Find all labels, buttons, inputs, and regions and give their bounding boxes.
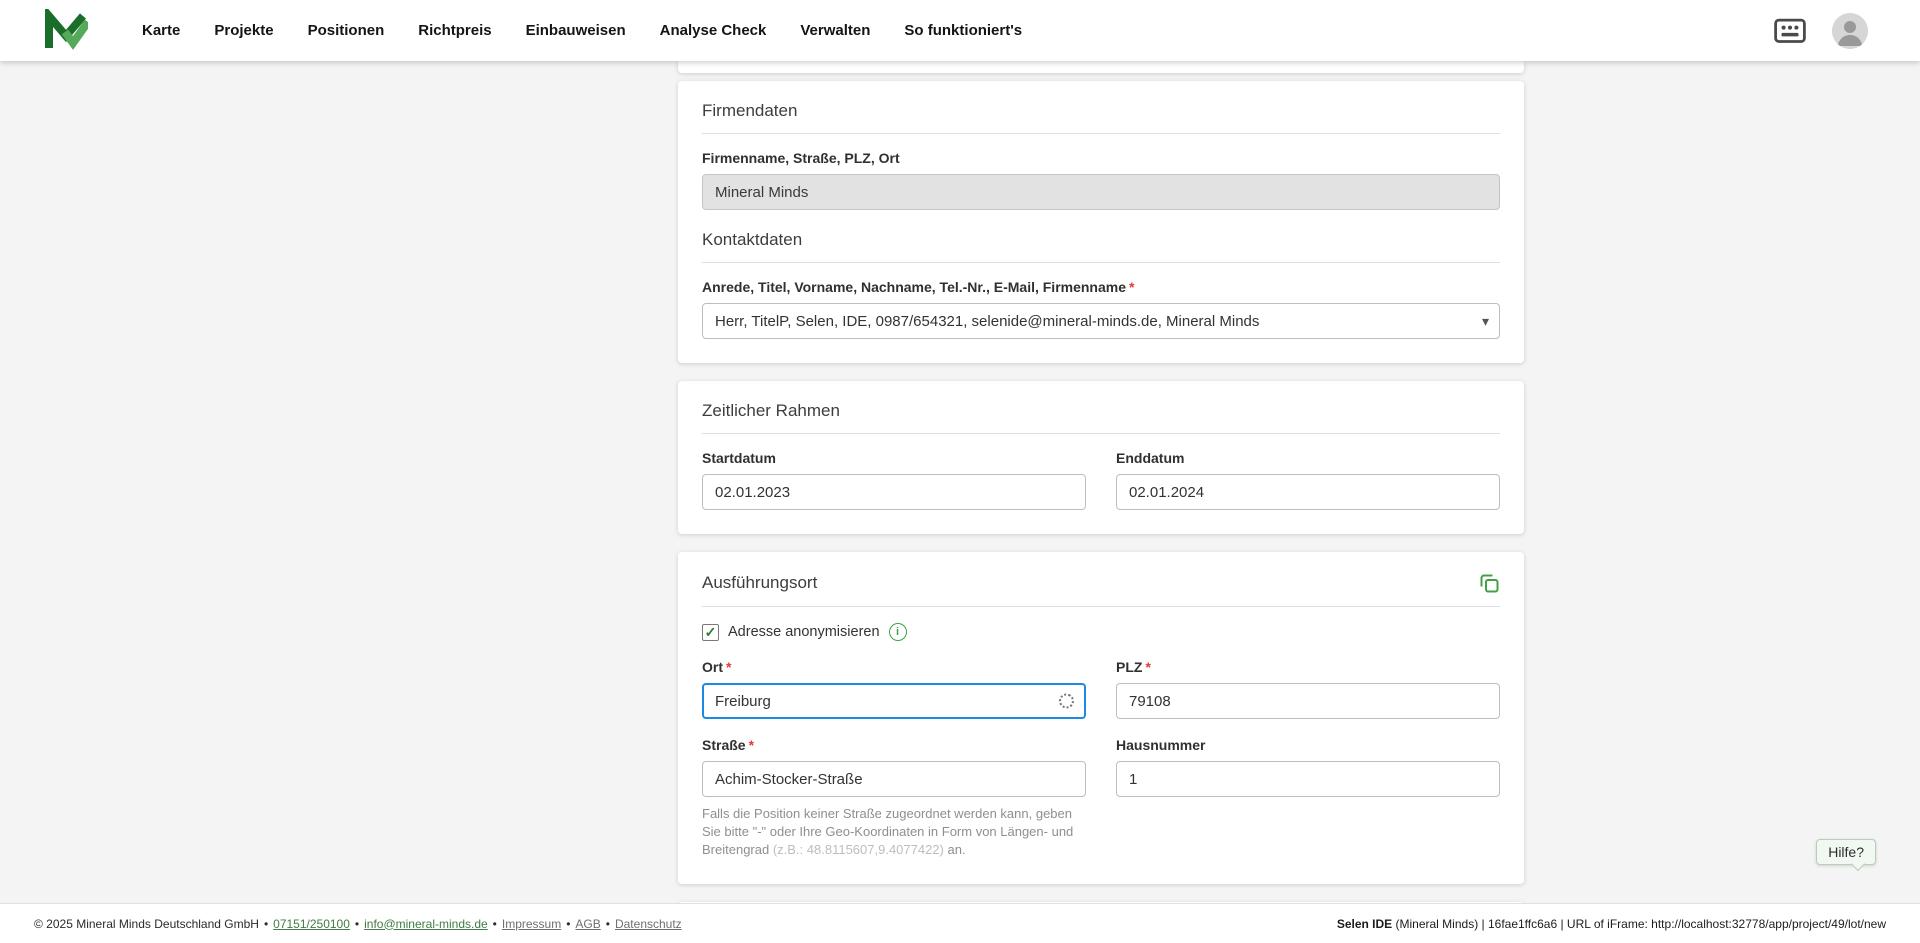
section-divider bbox=[702, 133, 1500, 134]
firmendaten-title: Firmendaten bbox=[702, 101, 1500, 121]
strasse-hint: Falls die Position keiner Straße zugeord… bbox=[702, 805, 1088, 860]
user-avatar[interactable] bbox=[1832, 13, 1868, 49]
strasse-label-text: Straße bbox=[702, 737, 746, 753]
kontakt-select-value: Herr, TitelP, Selen, IDE, 0987/654321, s… bbox=[715, 313, 1259, 330]
copy-icon[interactable] bbox=[1478, 572, 1500, 594]
person-icon bbox=[1832, 13, 1868, 49]
nav-item-karte[interactable]: Karte bbox=[142, 22, 180, 39]
startdatum-input[interactable] bbox=[702, 474, 1086, 510]
chevron-down-icon: ▾ bbox=[1482, 314, 1489, 328]
separator-dot: • bbox=[566, 917, 570, 931]
footer-links: © 2025 Mineral Minds Deutschland GmbH • … bbox=[34, 917, 682, 931]
brand-logo[interactable] bbox=[44, 9, 88, 53]
enddatum-input[interactable] bbox=[1116, 474, 1500, 510]
required-asterisk: * bbox=[749, 737, 754, 753]
separator-dot: • bbox=[606, 917, 610, 931]
nav-item-verwalten[interactable]: Verwalten bbox=[800, 22, 870, 39]
nav-item-richtpreis[interactable]: Richtpreis bbox=[418, 22, 491, 39]
strasse-field: Straße* bbox=[702, 737, 1086, 797]
zeitlicher-rahmen-title: Zeitlicher Rahmen bbox=[702, 401, 1500, 421]
hausnummer-input[interactable] bbox=[1116, 761, 1500, 797]
footer-datenschutz-link[interactable]: Datenschutz bbox=[615, 917, 682, 931]
help-button-label: Hilfe? bbox=[1828, 844, 1864, 860]
hint-example: (z.B.: 48.8115607,9.4077422) bbox=[773, 842, 944, 857]
plz-field: PLZ* bbox=[1116, 659, 1500, 719]
copyright-text: © 2025 Mineral Minds Deutschland GmbH bbox=[34, 917, 259, 931]
kontaktdaten-title: Kontaktdaten bbox=[702, 230, 1500, 250]
enddatum-label: Enddatum bbox=[1116, 450, 1500, 466]
ort-label-text: Ort bbox=[702, 659, 723, 675]
anonymisieren-row: ✓ Adresse anonymisieren i bbox=[702, 623, 1500, 641]
header-actions bbox=[1774, 13, 1868, 49]
strasse-label: Straße* bbox=[702, 737, 1086, 753]
separator-dot: • bbox=[355, 917, 359, 931]
plz-label: PLZ* bbox=[1116, 659, 1500, 675]
hint-suffix: an. bbox=[944, 842, 966, 857]
enddatum-field: Enddatum bbox=[1116, 450, 1500, 510]
footer-agb-link[interactable]: AGB bbox=[575, 917, 600, 931]
footer: © 2025 Mineral Minds Deutschland GmbH • … bbox=[0, 903, 1920, 943]
help-button[interactable]: Hilfe? bbox=[1816, 839, 1876, 865]
anonymisieren-label[interactable]: Adresse anonymisieren bbox=[728, 624, 880, 640]
separator-dot: • bbox=[493, 917, 497, 931]
hausnummer-label: Hausnummer bbox=[1116, 737, 1500, 753]
nav-item-positionen[interactable]: Positionen bbox=[308, 22, 385, 39]
kontakt-select[interactable]: Herr, TitelP, Selen, IDE, 0987/654321, s… bbox=[702, 303, 1500, 339]
debug-info: Selen IDE (Mineral Minds) | 16fae1ffc6a6… bbox=[1337, 917, 1886, 931]
ausfuehrungsort-card: Ausführungsort ✓ Adresse anonymisieren i… bbox=[678, 552, 1524, 884]
nav-item-analyse-check[interactable]: Analyse Check bbox=[660, 22, 767, 39]
debug-app-name: Selen IDE bbox=[1337, 917, 1392, 931]
footer-impressum-link[interactable]: Impressum bbox=[502, 917, 561, 931]
ausfuehrungsort-title: Ausführungsort bbox=[702, 573, 817, 593]
info-icon[interactable]: i bbox=[889, 623, 907, 641]
form-column: Firmendaten Firmenname, Straße, PLZ, Ort… bbox=[678, 61, 1524, 918]
plz-label-text: PLZ bbox=[1116, 659, 1142, 675]
debug-details: (Mineral Minds) | 16fae1ffc6a6 | URL of … bbox=[1392, 917, 1886, 931]
required-asterisk: * bbox=[1145, 659, 1150, 675]
section-divider bbox=[702, 262, 1500, 263]
nav-item-projekte[interactable]: Projekte bbox=[214, 22, 273, 39]
previous-card-partial bbox=[678, 61, 1524, 73]
ort-input[interactable] bbox=[702, 683, 1086, 719]
main-nav: Karte Projekte Positionen Richtpreis Ein… bbox=[142, 22, 1022, 39]
section-divider bbox=[702, 433, 1500, 434]
plz-input[interactable] bbox=[1116, 683, 1500, 719]
mineral-minds-logo-icon bbox=[44, 9, 88, 53]
strasse-input[interactable] bbox=[702, 761, 1086, 797]
anonymisieren-checkbox[interactable]: ✓ bbox=[702, 624, 719, 641]
nav-item-einbauweisen[interactable]: Einbauweisen bbox=[526, 22, 626, 39]
top-navbar: Karte Projekte Positionen Richtpreis Ein… bbox=[0, 0, 1920, 61]
startdatum-field: Startdatum bbox=[702, 450, 1086, 510]
footer-phone-link[interactable]: 07151/250100 bbox=[273, 917, 350, 931]
required-asterisk: * bbox=[726, 659, 731, 675]
firmenname-input bbox=[702, 174, 1500, 210]
zeitlicher-rahmen-card: Zeitlicher Rahmen Startdatum Enddatum bbox=[678, 381, 1524, 534]
hausnummer-field: Hausnummer bbox=[1116, 737, 1500, 797]
footer-email-link[interactable]: info@mineral-minds.de bbox=[364, 917, 488, 931]
startdatum-label: Startdatum bbox=[702, 450, 1086, 466]
server-icon[interactable] bbox=[1774, 18, 1806, 44]
check-icon: ✓ bbox=[705, 625, 717, 639]
nav-item-so-funktionierts[interactable]: So funktioniert's bbox=[904, 22, 1022, 39]
required-asterisk: * bbox=[1129, 279, 1134, 295]
kontakt-label-text: Anrede, Titel, Vorname, Nachname, Tel.-N… bbox=[702, 279, 1126, 295]
firmendaten-card: Firmendaten Firmenname, Straße, PLZ, Ort… bbox=[678, 81, 1524, 363]
ort-label: Ort* bbox=[702, 659, 1086, 675]
firmenname-label: Firmenname, Straße, PLZ, Ort bbox=[702, 150, 1500, 166]
kontakt-label: Anrede, Titel, Vorname, Nachname, Tel.-N… bbox=[702, 279, 1500, 295]
separator-dot: • bbox=[264, 917, 268, 931]
section-divider bbox=[702, 606, 1500, 607]
ort-field: Ort* bbox=[702, 659, 1086, 719]
